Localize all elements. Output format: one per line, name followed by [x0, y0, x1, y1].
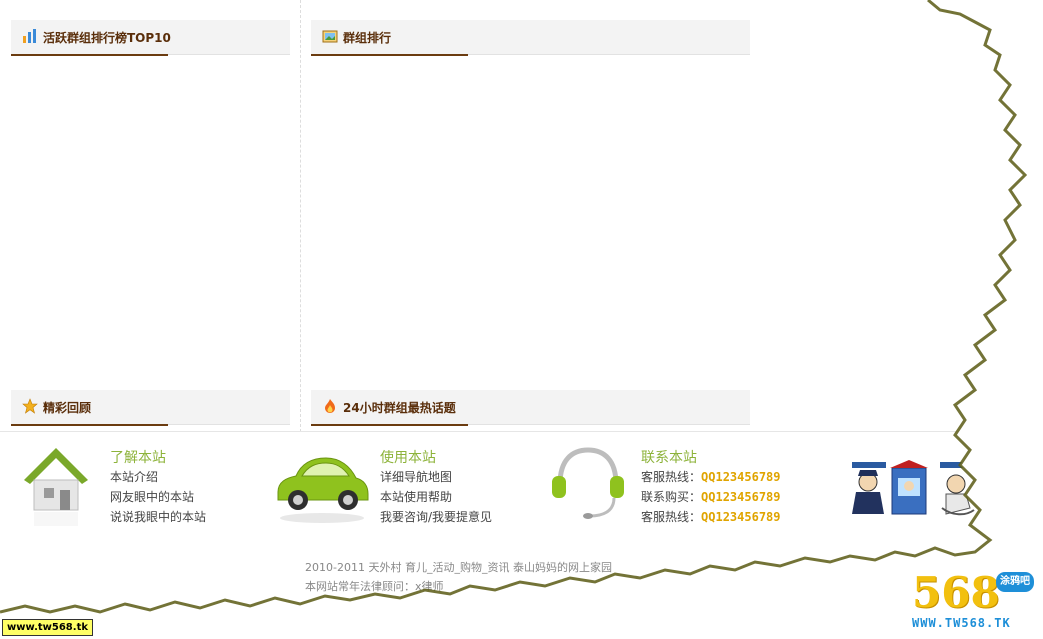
footer-usage-title: 使用本站 [380, 450, 436, 466]
footer-contact-line: 联系购买：QQ123456789 [641, 488, 781, 505]
logo-url: WWW.TW568.TK [912, 616, 1011, 630]
panel-title: 群组排行 [343, 31, 392, 45]
page: 活跃群组排行榜TOP10 群组排行 精彩回顾 24小时群组最热话题 了解本站 本… [0, 0, 1043, 639]
logo-badge: 涂鸦吧 [996, 572, 1034, 592]
column-divider [300, 0, 301, 432]
bar-chart-icon [23, 29, 36, 43]
footer-about-link[interactable]: 本站介绍 [110, 468, 158, 485]
panel-hot-topics-header: 24小时群组最热话题 [311, 390, 750, 426]
panel-title: 活跃群组排行榜TOP10 [43, 31, 171, 45]
contact-label: 客服热线： [641, 510, 702, 524]
contact-qq[interactable]: QQ123456789 [701, 490, 780, 504]
panel-underline [11, 54, 168, 56]
contact-qq[interactable]: QQ123456789 [701, 470, 780, 484]
footer-contact-line: 客服热线：QQ123456789 [641, 508, 781, 525]
panel-underline [311, 424, 468, 426]
site-logo: 568 涂鸦吧 WWW.TW568.TK [912, 568, 1038, 636]
star-icon [22, 398, 38, 414]
footer-about-link[interactable]: 网友眼中的本站 [110, 488, 194, 505]
panel-active-top10-header: 活跃群组排行榜TOP10 [11, 20, 290, 56]
panel-group-rank-header: 群组排行 [311, 20, 750, 56]
police-badges-icon[interactable] [850, 460, 975, 516]
panel-underline [11, 424, 168, 426]
footer-legal: 本网站常年法律顾问：x律师 [305, 580, 444, 593]
logo-number: 568 [912, 568, 1000, 617]
headset-icon [552, 447, 624, 519]
footer-about-title: 了解本站 [110, 450, 166, 466]
contact-label: 联系购买： [641, 490, 702, 504]
footer-usage-link[interactable]: 本站使用帮助 [380, 488, 452, 505]
house-icon [24, 448, 88, 526]
contact-label: 客服热线： [641, 470, 702, 484]
footer-about-link[interactable]: 说说我眼中的本站 [110, 508, 206, 525]
footer-divider [0, 431, 960, 432]
panel-title: 精彩回顾 [43, 401, 92, 415]
panel-title: 24小时群组最热话题 [343, 401, 456, 415]
footer-usage-link[interactable]: 详细导航地图 [380, 468, 452, 485]
picture-frame-icon [322, 30, 338, 43]
watermark-url-tag: www.tw568.tk [2, 619, 93, 636]
torn-edge-decoration [0, 0, 1043, 639]
car-icon [277, 457, 369, 523]
footer-copyright: 2010-2011 天外村 育儿_活动_购物_资讯 泰山妈妈的网上家园 [305, 561, 612, 574]
panel-underline [311, 54, 468, 56]
footer-contact-title: 联系本站 [641, 450, 697, 466]
footer-usage-link[interactable]: 我要咨询/我要提意见 [380, 508, 492, 525]
contact-qq[interactable]: QQ123456789 [701, 510, 780, 524]
footer-contact-line: 客服热线：QQ123456789 [641, 468, 781, 485]
panel-highlights-header: 精彩回顾 [11, 390, 290, 426]
flame-icon [325, 399, 335, 413]
